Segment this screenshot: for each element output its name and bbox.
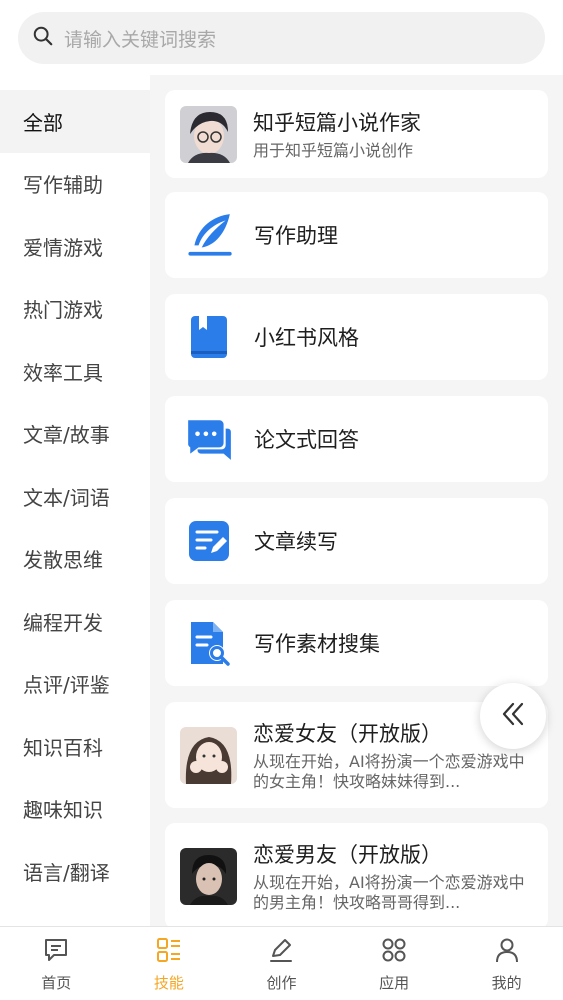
edit-document-icon (180, 512, 238, 570)
collapse-button[interactable] (480, 683, 546, 749)
skill-card-material-collection[interactable]: 写作素材搜集 (165, 600, 548, 686)
tab-apps[interactable]: 应用 (338, 927, 451, 1000)
bottom-tab-bar: 首页 技能 创作 应用 我的 (0, 926, 563, 1000)
skill-card-article-continue[interactable]: 文章续写 (165, 498, 548, 584)
skill-card-xiaohongshu-style[interactable]: 小红书风格 (165, 294, 548, 380)
skill-card-love-boyfriend[interactable]: 恋爱男友（开放版） 从现在开始，AI将扮演一个恋爱游戏中的男主角！快攻略哥哥得到… (165, 823, 548, 929)
search-input[interactable]: 请输入关键词搜索 (64, 25, 216, 52)
skill-list: 知乎短篇小说作家 用于知乎短篇小说创作 写作助理 小红书风格 论文式回答 文章续… (150, 75, 563, 929)
card-title: 知乎短篇小说作家 (253, 111, 421, 135)
card-title: 论文式回答 (254, 428, 359, 452)
category-sidebar: 全部 写作辅助 爱情游戏 热门游戏 效率工具 文章/故事 文本/词语 发散思维 … (0, 90, 150, 926)
chat-bubbles-icon (180, 410, 238, 468)
sidebar-item-programming[interactable]: 编程开发 (0, 590, 150, 653)
sidebar-item-productivity[interactable]: 效率工具 (0, 340, 150, 403)
tab-skills[interactable]: 技能 (113, 927, 226, 1000)
avatar-boy (180, 847, 237, 905)
search-icon (32, 25, 54, 51)
tab-profile[interactable]: 我的 (450, 927, 563, 1000)
user-icon (493, 936, 521, 968)
tab-label: 我的 (491, 974, 522, 992)
card-title: 写作素材搜集 (254, 632, 380, 656)
card-description: 从现在开始，AI将扮演一个恋爱游戏中的女主角！快攻略妹妹得到... (253, 752, 525, 791)
sidebar-item-hot-games[interactable]: 热门游戏 (0, 278, 150, 341)
tab-label: 创作 (266, 974, 297, 992)
sidebar-item-divergent-thinking[interactable]: 发散思维 (0, 528, 150, 591)
document-search-icon (180, 614, 238, 672)
avatar-boy-glasses (180, 105, 237, 163)
card-title: 写作助理 (254, 224, 338, 248)
card-title: 恋爱男友（开放版） (253, 843, 442, 867)
feather-icon (180, 206, 238, 264)
skill-card-zhihu-writer[interactable]: 知乎短篇小说作家 用于知乎短篇小说创作 (165, 90, 548, 178)
sidebar-item-reviews[interactable]: 点评/评鉴 (0, 653, 150, 716)
pen-icon (267, 936, 295, 968)
search-bar[interactable]: 请输入关键词搜索 (18, 12, 545, 64)
message-icon (42, 936, 70, 968)
card-description: 从现在开始，AI将扮演一个恋爱游戏中的男主角！快攻略哥哥得到... (253, 873, 525, 912)
tab-label: 技能 (153, 974, 184, 992)
tab-home[interactable]: 首页 (0, 927, 113, 1000)
sidebar-item-fun-facts[interactable]: 趣味知识 (0, 778, 150, 841)
skill-card-essay-answer[interactable]: 论文式回答 (165, 396, 548, 482)
card-title: 文章续写 (254, 530, 338, 554)
sidebar-item-writing-aid[interactable]: 写作辅助 (0, 153, 150, 216)
sidebar-item-translation[interactable]: 语言/翻译 (0, 840, 150, 903)
avatar-girl (180, 726, 237, 784)
card-title: 小红书风格 (254, 326, 359, 350)
sidebar-item-love-games[interactable]: 爱情游戏 (0, 215, 150, 278)
apps-icon (380, 936, 408, 968)
sidebar-item-all[interactable]: 全部 (0, 90, 150, 153)
double-chevron-left-icon (498, 699, 528, 733)
skill-card-writing-assistant[interactable]: 写作助理 (165, 192, 548, 278)
tab-label: 应用 (379, 974, 410, 992)
card-description: 用于知乎短篇小说创作 (253, 141, 414, 160)
sidebar-item-encyclopedia[interactable]: 知识百科 (0, 715, 150, 778)
book-icon (180, 308, 238, 366)
sidebar-item-text-words[interactable]: 文本/词语 (0, 465, 150, 528)
skills-icon (155, 936, 183, 968)
tab-label: 首页 (41, 974, 72, 992)
tab-create[interactable]: 创作 (225, 927, 338, 1000)
sidebar-item-articles[interactable]: 文章/故事 (0, 403, 150, 466)
